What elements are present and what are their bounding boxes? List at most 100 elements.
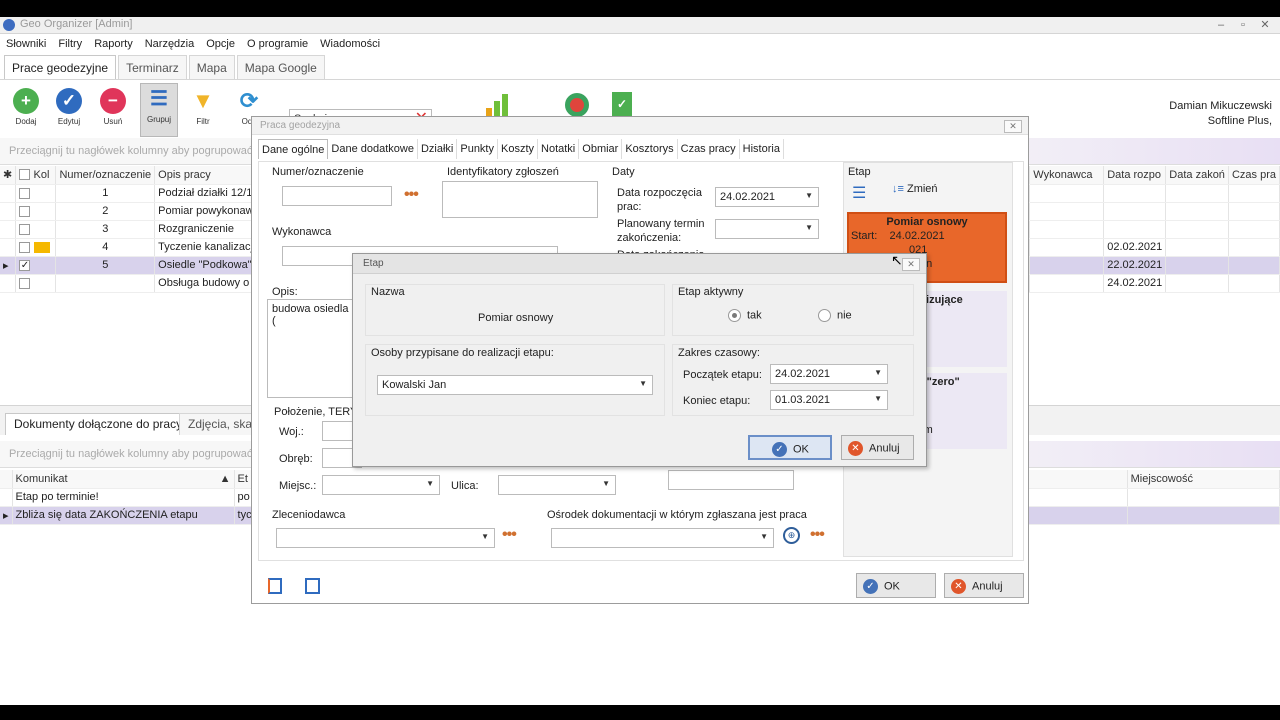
- more-dots-icon[interactable]: •••: [502, 526, 517, 544]
- radio-tak[interactable]: tak: [728, 309, 762, 322]
- chart-icon[interactable]: [486, 94, 510, 116]
- etap-ok-button[interactable]: ✓ OK: [748, 435, 832, 460]
- tab-czas-pracy[interactable]: Czas pracy: [678, 139, 740, 159]
- data-rozp-combo[interactable]: 24.02.2021 ▼: [715, 187, 819, 207]
- stats-icon[interactable]: [565, 93, 589, 117]
- osoba-combo[interactable]: Kowalski Jan ▼: [377, 375, 653, 395]
- work-dialog-close-button[interactable]: ✕: [1004, 120, 1022, 133]
- row-checkbox[interactable]: [19, 205, 31, 217]
- col-opis[interactable]: Opis pracy: [154, 166, 260, 185]
- tab-dane-ogolne[interactable]: Dane ogólne: [258, 139, 329, 159]
- numer-input[interactable]: [282, 186, 392, 206]
- col-komunikat[interactable]: Komunikat ▲: [12, 470, 235, 489]
- row-checkbox[interactable]: [19, 187, 31, 199]
- tab-historia[interactable]: Historia: [740, 139, 784, 159]
- add-button[interactable]: + Dodaj: [7, 86, 45, 134]
- tab-dzialki[interactable]: Działki: [418, 139, 458, 159]
- tab-koszty[interactable]: Koszty: [498, 139, 539, 159]
- chevron-down-icon: ▼: [426, 479, 434, 488]
- maximize-button[interactable]: ▫: [1232, 18, 1254, 32]
- tab-obmiar[interactable]: Obmiar: [579, 139, 623, 159]
- report-icon[interactable]: ✓: [612, 92, 632, 117]
- miejsc-combo[interactable]: ▼: [322, 475, 440, 495]
- aktywny-label: Etap aktywny: [678, 286, 744, 298]
- etap-dialog-title: Etap: [353, 254, 926, 274]
- title-bar: Geo Organizer [Admin] – ▫ ✕: [0, 17, 1280, 34]
- menu-slowniki[interactable]: Słowniki: [0, 35, 52, 50]
- koniec-combo[interactable]: 01.03.2021 ▼: [770, 390, 888, 410]
- osrodek-combo[interactable]: ▼: [551, 528, 774, 548]
- minimize-button[interactable]: –: [1210, 18, 1232, 32]
- osoby-label: Osoby przypisane do realizacji etapu:: [371, 347, 554, 359]
- etap-cancel-button[interactable]: ✕ Anuluj: [841, 435, 914, 460]
- cancel-icon: ✕: [951, 579, 966, 594]
- nazwa-value[interactable]: Pomiar osnowy: [478, 312, 553, 324]
- chevron-down-icon: ▼: [805, 191, 813, 200]
- close-button[interactable]: ✕: [1254, 18, 1276, 32]
- cancel-icon: ✕: [848, 441, 863, 456]
- tab-dokumenty[interactable]: Dokumenty dołączone do pracy: [5, 413, 192, 435]
- col-wykonawca[interactable]: Wykonawca: [1029, 166, 1105, 185]
- user-info: Damian Mikuczewski Softline Plus,: [1169, 99, 1272, 129]
- plus-icon: +: [13, 88, 39, 114]
- ulica-combo[interactable]: ▼: [498, 475, 616, 495]
- row-checkbox[interactable]: [19, 277, 31, 289]
- menu-wiadomosci[interactable]: Wiadomości: [314, 35, 386, 50]
- col-numer[interactable]: Numer/oznaczenie: [55, 166, 156, 185]
- filter-button[interactable]: ▼ Filtr: [184, 86, 222, 134]
- zleceniodawca-combo[interactable]: ▼: [276, 528, 495, 548]
- globe-icon[interactable]: ⊕: [783, 527, 800, 544]
- user-name: Damian Mikuczewski: [1169, 100, 1272, 112]
- tab-kosztorys[interactable]: Kosztorys: [622, 139, 678, 159]
- clipboard-icon[interactable]: [305, 578, 320, 594]
- tab-mapa-google[interactable]: Mapa Google: [236, 55, 325, 79]
- row-checkbox[interactable]: ✓: [19, 259, 31, 271]
- col-czas[interactable]: Czas pra: [1228, 166, 1280, 185]
- menu-narzedzia[interactable]: Narzędzia: [139, 35, 201, 50]
- work-dialog-tabs: Dane ogólne Dane dodatkowe Działki Punkt…: [258, 139, 784, 161]
- miejsc-label: Miejsc.:: [279, 480, 317, 492]
- zakres-label: Zakres czasowy:: [678, 347, 760, 359]
- col-data-zak[interactable]: Data zakoń: [1165, 166, 1229, 185]
- radio-on-icon: [728, 309, 741, 322]
- menu-filtry[interactable]: Filtry: [52, 35, 88, 50]
- col-kol[interactable]: Kol: [15, 166, 57, 185]
- radio-nie[interactable]: nie: [818, 309, 852, 322]
- poczatek-combo[interactable]: 24.02.2021 ▼: [770, 364, 888, 384]
- etap-dialog-close-button[interactable]: ✕: [902, 258, 920, 271]
- opis-textarea[interactable]: budowa osiedla (: [267, 299, 357, 398]
- col-data-rozp[interactable]: Data rozpo: [1103, 166, 1167, 185]
- list-icon[interactable]: ☰: [852, 183, 866, 203]
- row-checkbox[interactable]: [19, 241, 31, 253]
- chevron-down-icon: ▼: [481, 532, 489, 541]
- menu-raporty[interactable]: Raporty: [88, 35, 139, 50]
- check-icon: ✓: [772, 442, 787, 457]
- tab-dane-dodatkowe[interactable]: Dane dodatkowe: [328, 139, 418, 159]
- tab-prace-geodezyjne[interactable]: Prace geodezyjne: [4, 55, 117, 79]
- copy-icon[interactable]: [268, 578, 282, 594]
- menu-o-programie[interactable]: O programie: [241, 35, 314, 50]
- more-dots-icon[interactable]: •••: [404, 186, 419, 204]
- tab-punkty[interactable]: Punkty: [457, 139, 498, 159]
- more-dots-icon[interactable]: •••: [810, 526, 825, 544]
- row-checkbox[interactable]: [19, 223, 31, 235]
- tab-notatki[interactable]: Notatki: [538, 139, 580, 159]
- group-button[interactable]: ☰ Grupuj: [140, 83, 178, 137]
- plan-combo[interactable]: ▼: [715, 219, 819, 239]
- ident-label: Identyfikatory zgłoszeń: [447, 166, 559, 178]
- col-miejscowosc[interactable]: Miejscowość: [1127, 470, 1280, 489]
- data-rozp-label: Data rozpoczęcia prac:: [617, 187, 702, 213]
- extra-field[interactable]: [668, 470, 794, 490]
- delete-button[interactable]: − Usuń: [94, 86, 132, 134]
- chevron-down-icon: ▼: [602, 479, 610, 488]
- tab-mapa[interactable]: Mapa: [188, 55, 235, 79]
- menu-opcje[interactable]: Opcje: [200, 35, 241, 50]
- ident-field[interactable]: [442, 181, 598, 218]
- tab-terminarz[interactable]: Terminarz: [118, 55, 187, 79]
- ok-button[interactable]: ✓ OK: [856, 573, 936, 598]
- radio-off-icon: [818, 309, 831, 322]
- edit-button[interactable]: ✓ Edytuj: [50, 86, 88, 134]
- polozenie-label: Położenie, TERYT: [274, 406, 365, 418]
- change-button[interactable]: ↓≡ Zmień: [892, 183, 938, 195]
- cancel-button[interactable]: ✕ Anuluj: [944, 573, 1024, 598]
